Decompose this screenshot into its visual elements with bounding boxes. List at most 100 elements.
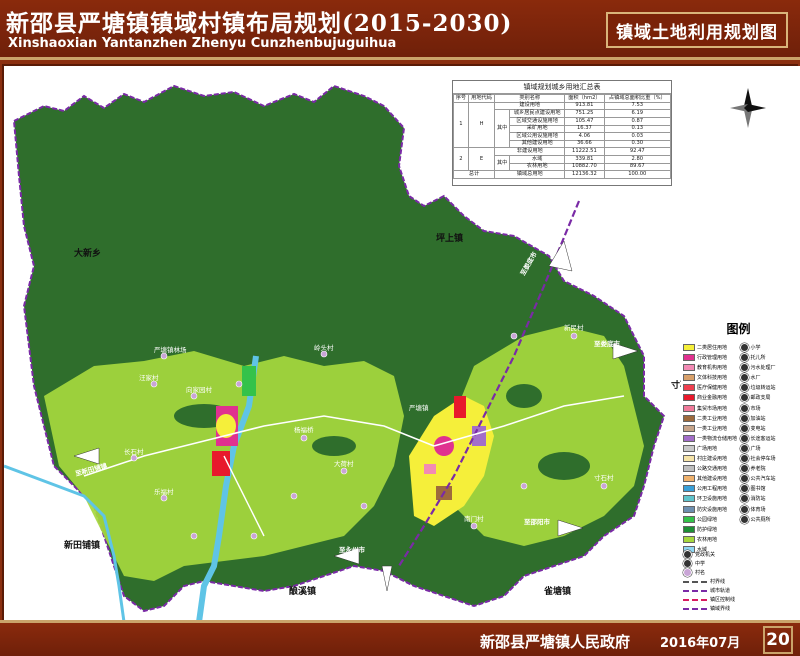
village-label: 乐福村 xyxy=(154,487,174,496)
facility-icon xyxy=(739,484,749,494)
legend-facility-item: 垃圾转运站 xyxy=(739,383,795,393)
footer-date: 2016年07月 xyxy=(660,636,741,651)
footer-government: 新邵县严塘镇人民政府 xyxy=(480,633,631,651)
legend-swatch xyxy=(683,414,695,422)
legend-label: 村界线 xyxy=(710,579,726,585)
middle-school-icon xyxy=(683,559,692,568)
legend-label: 体育场 xyxy=(750,506,766,513)
legend-landuse-item: 商业金融用地 xyxy=(683,393,738,402)
legend-landuse-item: 公用工程用地 xyxy=(683,484,738,493)
legend-line-sample xyxy=(683,598,707,601)
direction-label: 至永州市 xyxy=(339,545,366,554)
neighbor-daxinxiang: 大新乡 xyxy=(74,247,101,259)
table-row: 1 H 建设用地 913.81 7.53 xyxy=(453,101,672,149)
legend-label: 社会停车场 xyxy=(750,456,776,463)
legend-panel: 图例 二类居住用地 小学 行政管理用地 托儿所 教育机构用地 污水处理厂 文体科技用地 水厂医… xyxy=(681,318,796,618)
facility-icon xyxy=(739,423,749,433)
legend-line-item: 镇区控制线 xyxy=(683,595,793,604)
legend-label: 环卫设施用地 xyxy=(697,496,728,503)
village-label: 新民村 xyxy=(564,323,584,332)
legend-label: 公路交通用地 xyxy=(697,466,728,473)
legend-swatch xyxy=(683,525,695,533)
direction-label: 至邵阳市 xyxy=(524,517,551,526)
table-header: 类别名称 xyxy=(494,94,566,103)
legend-spacer xyxy=(740,525,795,534)
facility-icon xyxy=(739,353,749,363)
village-label: 向家园村 xyxy=(186,385,213,394)
legend-label: 水厂 xyxy=(750,375,761,382)
legend-label: 邮政支局 xyxy=(750,395,771,402)
legend-label: 变电站 xyxy=(750,425,766,432)
legend-label: 市场 xyxy=(750,405,761,412)
facility-icon xyxy=(739,363,749,373)
legend-label: 公用工程用地 xyxy=(697,486,728,493)
legend-label: 中学 xyxy=(695,561,706,567)
neighbor-niangxizhen: 酿溪镇 xyxy=(289,585,316,597)
legend-facility-item: 社会停车场 xyxy=(739,454,795,464)
footer-bar: 新邵县严塘镇人民政府 2016年07月 20 xyxy=(0,620,800,656)
government-icon xyxy=(683,550,692,559)
legend-label: 镇区控制线 xyxy=(710,597,736,603)
legend-landuse-item: 其他建设用地 xyxy=(683,474,738,483)
legend-landuse-item: 农林用地 xyxy=(683,535,738,544)
village-label: 严塘镇林场 xyxy=(154,345,187,354)
legend-title: 图例 xyxy=(726,322,751,336)
legend-label: 集贸市场用地 xyxy=(697,405,728,412)
table-header: 序号 xyxy=(453,94,469,103)
legend-label: 村庄建设用地 xyxy=(697,456,728,463)
legend-label: 医疗保健用地 xyxy=(697,385,728,392)
legend-misc-item: 中学 xyxy=(683,559,793,568)
legend-landuse-item: 村庄建设用地 xyxy=(683,454,738,463)
legend-landuse-item: 环卫设施用地 xyxy=(683,494,738,503)
table-header: 占镇域总面积比重（%） xyxy=(603,94,672,103)
legend-label: 党政机关 xyxy=(695,552,716,558)
village-icon xyxy=(683,568,692,577)
legend-label: 商业金融用地 xyxy=(697,395,728,402)
legend-misc-item: 党政机关 xyxy=(683,550,793,559)
facility-icon xyxy=(739,494,749,504)
legend-label: 长途客运站 xyxy=(750,435,776,442)
neighbor-pingshangzhen: 坪上镇 xyxy=(436,232,463,244)
table-row: 2 E 非建设用地 11222.51 92.47 xyxy=(453,147,672,172)
legend-line-sample xyxy=(683,580,707,583)
legend-label: 一类工业用地 xyxy=(697,425,728,432)
table-row: 总计 镇域总用地 12136.32 100.00 xyxy=(452,170,672,180)
legend-swatch xyxy=(683,374,695,382)
legend-landuse-item: 二类居住用地 xyxy=(683,343,738,352)
legend-facility-item: 市场 xyxy=(739,403,795,413)
village-label: 南门村 xyxy=(464,514,484,523)
legend-swatch xyxy=(683,485,695,493)
legend-label: 防护绿地 xyxy=(697,526,718,533)
summary-table-title: 镇域规划城乡用地汇总表 xyxy=(453,81,671,94)
facility-icon xyxy=(739,403,749,413)
legend-label: 加油站 xyxy=(750,415,766,422)
page-title: 新邵县严塘镇镇域村镇布局规划(2015-2030) xyxy=(6,10,513,37)
map-frame: 大新乡 坪上镇 寸石镇 新田铺镇 酿溪镇 雀塘镇 严塘镇林场 向家园村 汪家村 … xyxy=(2,64,800,622)
legend-label: 公共厕所 xyxy=(750,516,771,523)
legend-lines: 党政机关 中学 村名 村界线 城市轨道 镇区控制线 镇域界线 xyxy=(683,550,793,613)
legend-label: 养老院 xyxy=(750,466,766,473)
legend-label: 农林用地 xyxy=(697,536,718,543)
legend-label: 公园绿地 xyxy=(697,516,718,523)
legend-label: 图书馆 xyxy=(750,486,766,493)
legend-landuse-item: 教育机构用地 xyxy=(683,363,738,372)
legend-facility-item: 变电站 xyxy=(739,423,795,433)
legend-misc-item: 村名 xyxy=(683,568,793,577)
legend-label: 文体科技用地 xyxy=(697,375,728,382)
facility-icon xyxy=(739,514,749,524)
legend-facility-item: 体育场 xyxy=(739,504,795,514)
page-number: 20 xyxy=(763,626,793,654)
legend-label: 教育机构用地 xyxy=(697,365,728,372)
village-label: 寸石村 xyxy=(594,473,614,482)
legend-label: 村名 xyxy=(695,570,706,576)
summary-table-grid: 序号 用地代码 类别名称 面积（hm2） 占镇域总面积比重（%） 1 H 建设用… xyxy=(452,94,672,180)
village-label: 严塘镇 xyxy=(409,403,429,412)
direction-label: 至娄底市 xyxy=(594,339,621,348)
legend-landuse-item: 防护绿地 xyxy=(683,525,738,534)
legend-landuse-item: 集贸市场用地 xyxy=(683,404,738,413)
legend-facility-item: 长途客运站 xyxy=(739,433,795,443)
village-label: 岭头村 xyxy=(314,343,334,352)
legend-grid: 二类居住用地 小学 行政管理用地 托儿所 教育机构用地 污水处理厂 文体科技用地 水厂 医疗保健… xyxy=(681,343,796,554)
legend-swatch xyxy=(683,535,695,543)
legend-swatch xyxy=(683,444,695,452)
